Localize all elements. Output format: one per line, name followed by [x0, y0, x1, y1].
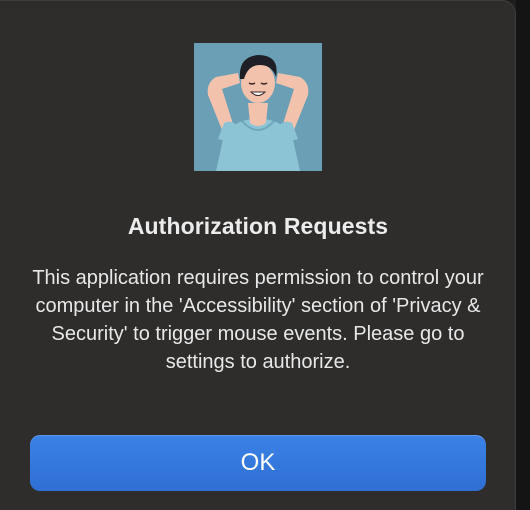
authorization-dialog: Authorization Requests This application …	[0, 0, 516, 510]
app-avatar-image	[194, 43, 322, 171]
dialog-message: This application requires permission to …	[32, 267, 484, 373]
ok-button[interactable]: OK	[30, 435, 486, 491]
window-edge	[516, 0, 530, 510]
dialog-title: Authorization Requests	[127, 213, 389, 239]
